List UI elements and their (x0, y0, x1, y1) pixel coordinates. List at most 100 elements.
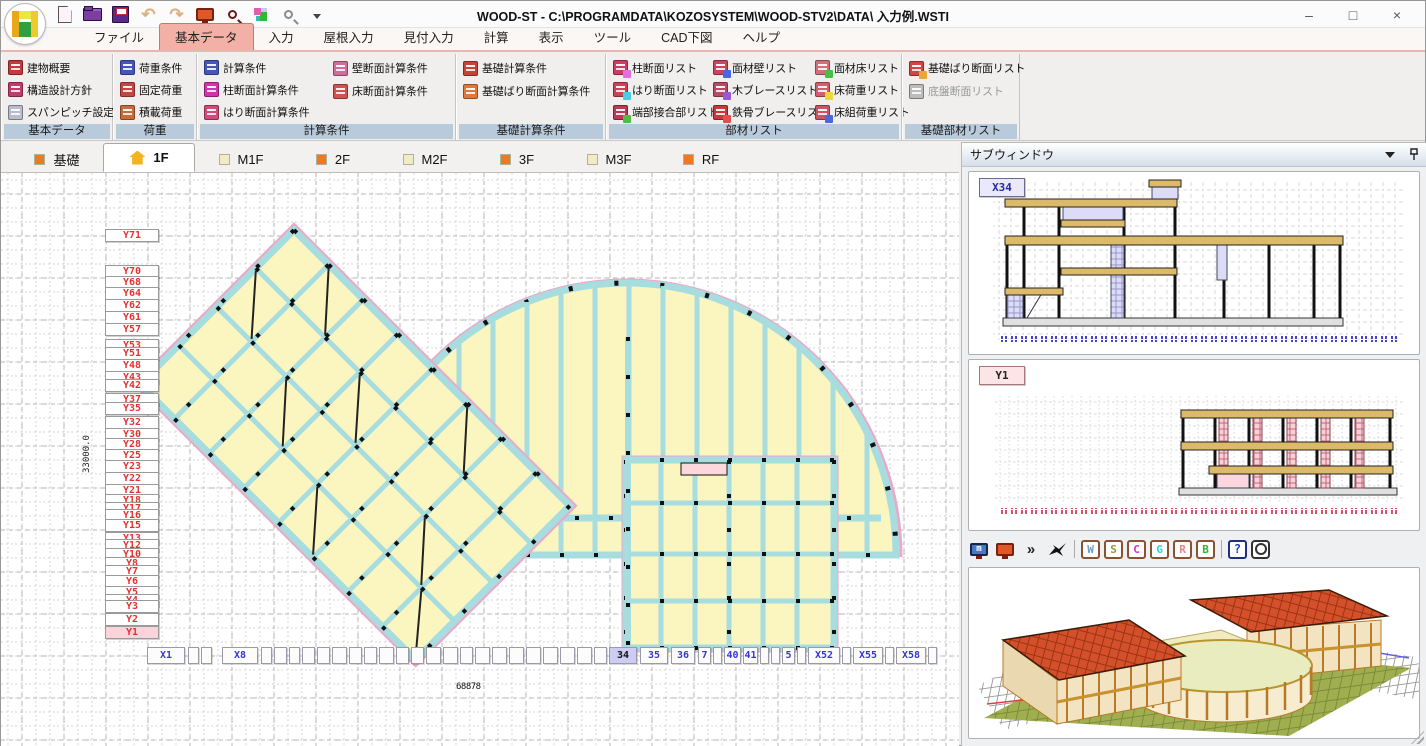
x-grid-label[interactable] (426, 647, 441, 664)
elevation-view-y1[interactable]: Y1 (968, 359, 1420, 531)
menu-item[interactable]: CAD下図 (646, 24, 727, 50)
x-grid-label[interactable] (492, 647, 507, 664)
open-file-icon[interactable] (81, 4, 104, 25)
ribbon-item[interactable]: 面材壁リスト (713, 57, 811, 78)
x-grid-label[interactable]: 36 (671, 647, 695, 664)
menu-item[interactable]: 屋根入力 (309, 24, 389, 50)
x-grid-label[interactable]: X52 (808, 647, 840, 664)
y-grid-label[interactable]: Y42 (105, 379, 159, 392)
menu-item[interactable]: 見付入力 (389, 24, 469, 50)
x-grid-label[interactable] (460, 647, 473, 664)
menu-item[interactable]: 基本データ (159, 23, 254, 50)
floor-tab[interactable]: 2F (287, 146, 379, 172)
layer-letter-button[interactable]: S (1104, 540, 1123, 559)
ribbon-item[interactable]: 底盤断面リスト (909, 80, 1025, 102)
x-grid-label[interactable]: X8 (222, 647, 258, 664)
layer-letter-button[interactable]: G (1150, 540, 1169, 559)
floor-tab[interactable]: 基礎 (11, 146, 103, 172)
menu-item[interactable]: 計算 (469, 24, 524, 50)
ribbon-item[interactable]: はり断面計算条件 (204, 102, 329, 123)
x-grid-label[interactable] (760, 647, 769, 664)
y-grid-label[interactable]: Y57 (105, 323, 159, 336)
menu-item[interactable]: ファイル (79, 24, 159, 50)
ribbon-item[interactable]: 床組荷重リスト (815, 102, 910, 123)
ribbon-item[interactable]: 床断面計算条件 (333, 80, 428, 102)
x-grid-label[interactable]: 40 (724, 647, 741, 664)
x-grid-label[interactable] (201, 647, 212, 664)
layer-letter-button[interactable]: R (1173, 540, 1192, 559)
x-grid-label[interactable] (274, 647, 287, 664)
floor-tab[interactable]: 3F (471, 146, 563, 172)
pin-icon[interactable] (1409, 148, 1419, 161)
monitor-m-icon[interactable]: m (968, 538, 990, 560)
floor-tab[interactable]: M1F (195, 146, 287, 172)
ribbon-item[interactable]: 構造設計方針 (8, 79, 114, 100)
x-grid-label[interactable] (885, 647, 894, 664)
menu-item[interactable]: ツール (579, 24, 647, 50)
x-grid-label[interactable] (289, 647, 300, 664)
x-grid-label[interactable] (188, 647, 199, 664)
maximize-button[interactable]: □ (1331, 1, 1375, 28)
x-grid-label[interactable] (317, 647, 330, 664)
ribbon-item[interactable]: 固定荷重 (120, 79, 182, 100)
ribbon-item[interactable]: 基礎計算条件 (463, 57, 590, 79)
menu-item[interactable]: ヘルプ (728, 24, 796, 50)
x-grid-label[interactable]: 34 (609, 647, 637, 664)
ribbon-item[interactable]: スパンピッチ設定 (8, 102, 114, 123)
zoom-extents-icon[interactable] (277, 4, 300, 25)
redo-icon[interactable]: ↷ (165, 4, 188, 25)
ribbon-item[interactable]: 床荷重リスト (815, 79, 910, 100)
x-grid-label[interactable] (396, 647, 409, 664)
x-grid-label[interactable] (543, 647, 558, 664)
model-3d-view[interactable] (968, 567, 1420, 739)
x-grid-label[interactable] (411, 647, 424, 664)
ribbon-item[interactable]: 荷重条件 (120, 57, 182, 78)
x-grid-label[interactable] (509, 647, 524, 664)
y-grid-label[interactable]: Y2 (105, 613, 159, 626)
x-grid-label[interactable] (560, 647, 575, 664)
help-icon[interactable]: ? (1228, 540, 1247, 559)
save-icon[interactable] (109, 4, 132, 25)
x-grid-label[interactable]: 5 (782, 647, 795, 664)
floor-tab[interactable]: 1F (103, 143, 195, 172)
y-grid-label[interactable]: Y35 (105, 402, 159, 415)
layer-letter-button[interactable]: C (1127, 540, 1146, 559)
x-grid-label[interactable] (261, 647, 272, 664)
floor-tab[interactable]: M3F (563, 146, 655, 172)
y-grid-label[interactable]: Y71 (105, 229, 159, 242)
ribbon-item[interactable]: 端部接合部リスト (613, 102, 709, 123)
x-grid-label[interactable] (379, 647, 394, 664)
monitor-red-icon[interactable] (994, 538, 1016, 560)
new-file-icon[interactable] (53, 4, 76, 25)
plan-canvas[interactable]: 33000.0 68878 Y71 Y70 Y68 Y64 Y62 Y61 Y5… (1, 173, 959, 746)
x-grid-label[interactable]: 41 (743, 647, 758, 664)
minimize-button[interactable]: – (1287, 1, 1331, 28)
x-grid-label[interactable] (842, 647, 851, 664)
display-icon[interactable] (193, 4, 216, 25)
ribbon-item[interactable]: 柱断面リスト (613, 57, 709, 78)
bird-cursor-icon[interactable] (1046, 538, 1068, 560)
y-grid-label[interactable]: Y1 (105, 626, 159, 639)
circle-window-icon[interactable] (1251, 540, 1270, 559)
ribbon-item[interactable]: 計算条件 (204, 57, 329, 78)
y-grid-label[interactable]: Y15 (105, 519, 159, 532)
elevation-view-x34[interactable]: X34 (968, 171, 1420, 355)
color-settings-icon[interactable] (249, 4, 272, 25)
x-grid-label[interactable] (475, 647, 490, 664)
layer-letter-button[interactable]: B (1196, 540, 1215, 559)
ribbon-item[interactable]: 建物概要 (8, 57, 114, 78)
ribbon-item[interactable]: はり断面リスト (613, 79, 709, 100)
ribbon-item[interactable]: 面材床リスト (815, 57, 910, 78)
x-grid-label[interactable] (577, 647, 592, 664)
floor-tab[interactable]: M2F (379, 146, 471, 172)
y-grid-label[interactable]: Y3 (105, 600, 159, 613)
x-grid-label[interactable] (713, 647, 722, 664)
x-grid-label[interactable]: 7 (698, 647, 711, 664)
ribbon-item[interactable]: 基礎ばり断面リスト (909, 57, 1025, 79)
undo-icon[interactable]: ↶ (137, 4, 160, 25)
chevron-down-icon[interactable] (1385, 152, 1395, 158)
x-grid-label[interactable] (797, 647, 806, 664)
ribbon-item[interactable]: 壁断面計算条件 (333, 57, 428, 79)
x-grid-label[interactable]: 35 (640, 647, 668, 664)
ribbon-item[interactable]: 柱断面計算条件 (204, 79, 329, 100)
